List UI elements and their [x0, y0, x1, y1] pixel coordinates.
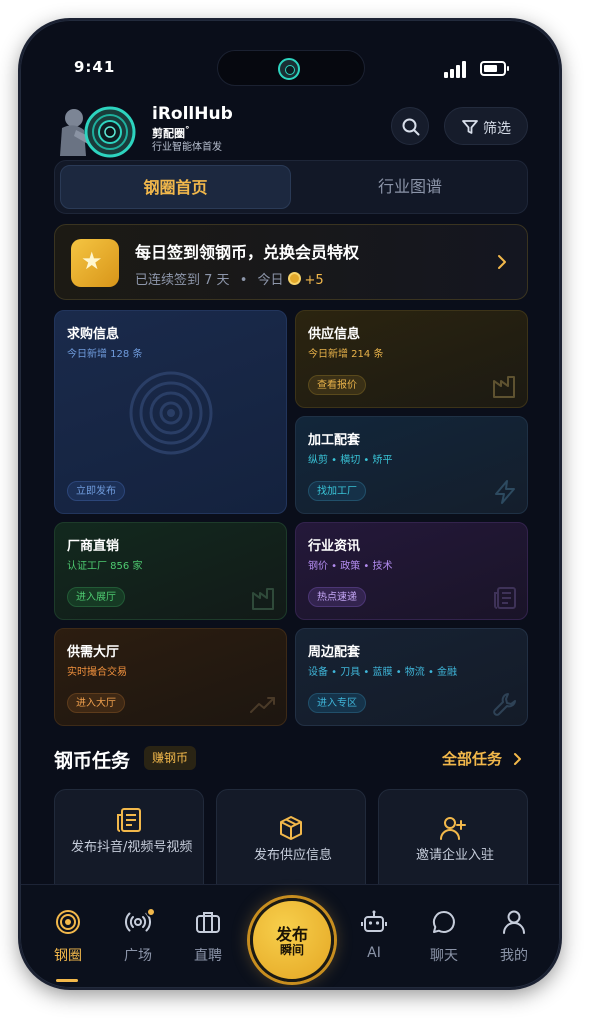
nav-label: AI — [367, 945, 381, 961]
card-purchase-info[interactable]: 求购信息 今日新增 128 条 立即发布 — [54, 310, 287, 514]
coin-icon — [287, 272, 301, 285]
box-icon — [280, 816, 302, 840]
document-icon — [117, 808, 141, 832]
enter-zone-chip[interactable]: 进入专区 — [308, 693, 366, 713]
target-rings-icon — [129, 371, 213, 455]
tab-home[interactable]: 钢圈首页 — [60, 165, 291, 209]
filter-button[interactable]: 筛选 — [444, 107, 528, 145]
task-label: 发布抖音/视频号视频 — [71, 840, 193, 855]
card-subtitle: 今日新增 214 条 — [308, 349, 384, 360]
publish-moment-button[interactable]: 发布 瞬间 — [250, 898, 334, 982]
view-quote-chip[interactable]: 查看报价 — [308, 375, 366, 395]
card-title: 厂商直销 — [67, 539, 120, 554]
robot-icon — [361, 910, 387, 932]
signin-today: 今日 — [257, 273, 284, 288]
status-time: 9:41 — [74, 58, 116, 76]
nav-label: 钢圈 — [54, 948, 82, 964]
task-card-supply[interactable]: 发布供应信息 — [216, 789, 366, 899]
nav-label: 广场 — [124, 948, 152, 964]
publish-sublabel: 瞬间 — [279, 943, 304, 957]
task-label: 邀请企业入驻 — [415, 848, 494, 863]
hot-news-chip[interactable]: 热点速递 — [308, 587, 366, 607]
nav-item-profile[interactable]: 我的 — [484, 885, 544, 988]
battery-icon — [480, 61, 509, 76]
signin-streak: 已连续签到 7 天 — [135, 273, 230, 288]
main-tabs: 钢圈首页 行业图谱 — [54, 160, 528, 214]
app-tagline: 行业智能体首发 — [152, 142, 222, 153]
task-card-video[interactable]: 发布抖音/视频号视频 — [54, 789, 204, 899]
daily-signin-banner[interactable]: ★ 每日签到领钢币，兑换会员特权 已连续签到 7 天 • 今日 +5 — [54, 224, 528, 300]
enter-showroom-chip[interactable]: 进入展厅 — [67, 587, 125, 607]
nav-item-jobs[interactable]: 直聘 — [178, 885, 238, 988]
task-label: 发布供应信息 — [253, 848, 332, 863]
tasks-title: 钢币任务 — [54, 750, 131, 772]
find-factory-chip[interactable]: 找加工厂 — [308, 481, 366, 501]
card-subtitle: 实时撮合交易 — [67, 667, 127, 678]
dynamic-island — [217, 50, 365, 86]
trend-up-icon — [250, 697, 275, 713]
nav-item-home[interactable]: 钢圈 — [38, 885, 98, 988]
newspaper-icon — [494, 587, 516, 609]
signin-reward: +5 — [304, 273, 324, 288]
card-title: 周边配套 — [308, 645, 361, 660]
factory-icon — [252, 588, 274, 610]
active-indicator — [56, 979, 78, 982]
card-subtitle: 认证工厂 856 家 — [67, 561, 143, 572]
briefcase-icon — [196, 912, 220, 933]
signin-status: 已连续签到 7 天 • 今日 +5 — [135, 272, 324, 288]
notification-dot — [146, 907, 156, 917]
card-trading-hall[interactable]: 供需大厅 实时撮合交易 进入大厅 — [54, 628, 287, 726]
card-industry-news[interactable]: 行业资讯 钢价 • 政策 • 技术 热点速递 — [295, 522, 528, 620]
card-surrounding-services[interactable]: 周边配套 设备 • 刀具 • 蓝膜 • 物流 • 金融 进入专区 — [295, 628, 528, 726]
card-title: 供需大厅 — [67, 645, 120, 660]
publish-now-chip[interactable]: 立即发布 — [67, 481, 125, 501]
card-title: 行业资讯 — [308, 539, 361, 554]
enter-hall-chip[interactable]: 进入大厅 — [67, 693, 125, 713]
add-user-icon — [440, 817, 466, 840]
lightning-icon — [495, 480, 515, 504]
all-tasks-link[interactable]: 全部任务 — [442, 748, 502, 769]
search-icon — [402, 118, 420, 136]
ring-icon — [56, 910, 80, 934]
search-button[interactable] — [391, 107, 429, 145]
island-logo-icon — [278, 58, 300, 80]
app-name: iRollHub — [152, 104, 233, 124]
card-supply-info[interactable]: 供应信息 今日新增 214 条 查看报价 — [295, 310, 528, 408]
card-direct-sales[interactable]: 厂商直销 认证工厂 856 家 进入展厅 — [54, 522, 287, 620]
signin-title: 每日签到领钢币，兑换会员特权 — [135, 243, 360, 262]
card-processing[interactable]: 加工配套 纵剪 • 横切 • 矫平 找加工厂 — [295, 416, 528, 514]
card-subtitle: 钢价 • 政策 • 技术 — [308, 561, 393, 572]
card-subtitle: 设备 • 刀具 • 蓝膜 • 物流 • 金融 — [308, 667, 458, 678]
nav-label: 我的 — [500, 948, 528, 964]
chat-icon — [432, 910, 455, 933]
nav-item-square[interactable]: 广场 — [108, 885, 168, 988]
tasks-badge: 赚钢币 — [144, 746, 197, 770]
signal-icon — [444, 60, 470, 78]
task-card-invite[interactable]: 邀请企业入驻 — [378, 789, 528, 899]
card-title: 求购信息 — [67, 327, 120, 342]
chevron-right-icon — [514, 753, 521, 765]
app-logo-icon — [60, 106, 136, 158]
filter-icon — [462, 120, 478, 134]
nav-item-ai[interactable]: AI — [344, 885, 404, 988]
chevron-right-icon — [498, 255, 506, 269]
filter-label: 筛选 — [483, 121, 511, 137]
star-icon: ★ — [71, 239, 119, 287]
nav-item-chat[interactable]: 聊天 — [414, 885, 474, 988]
card-title: 供应信息 — [308, 327, 361, 342]
factory-icon — [493, 376, 515, 398]
wrench-icon — [493, 693, 516, 716]
card-subtitle: 今日新增 128 条 — [67, 349, 143, 360]
tab-industry-map[interactable]: 行业图谱 — [295, 165, 525, 209]
nav-label: 直聘 — [194, 948, 222, 964]
phone-screen: 9:41 iRollHub 剪配圈° 行业智能体首发 筛选 钢圈首页 行业图谱 … — [20, 20, 560, 988]
user-icon — [503, 910, 525, 934]
card-title: 加工配套 — [308, 433, 361, 448]
card-subtitle: 纵剪 • 横切 • 矫平 — [308, 455, 393, 466]
nav-label: 聊天 — [430, 948, 458, 964]
